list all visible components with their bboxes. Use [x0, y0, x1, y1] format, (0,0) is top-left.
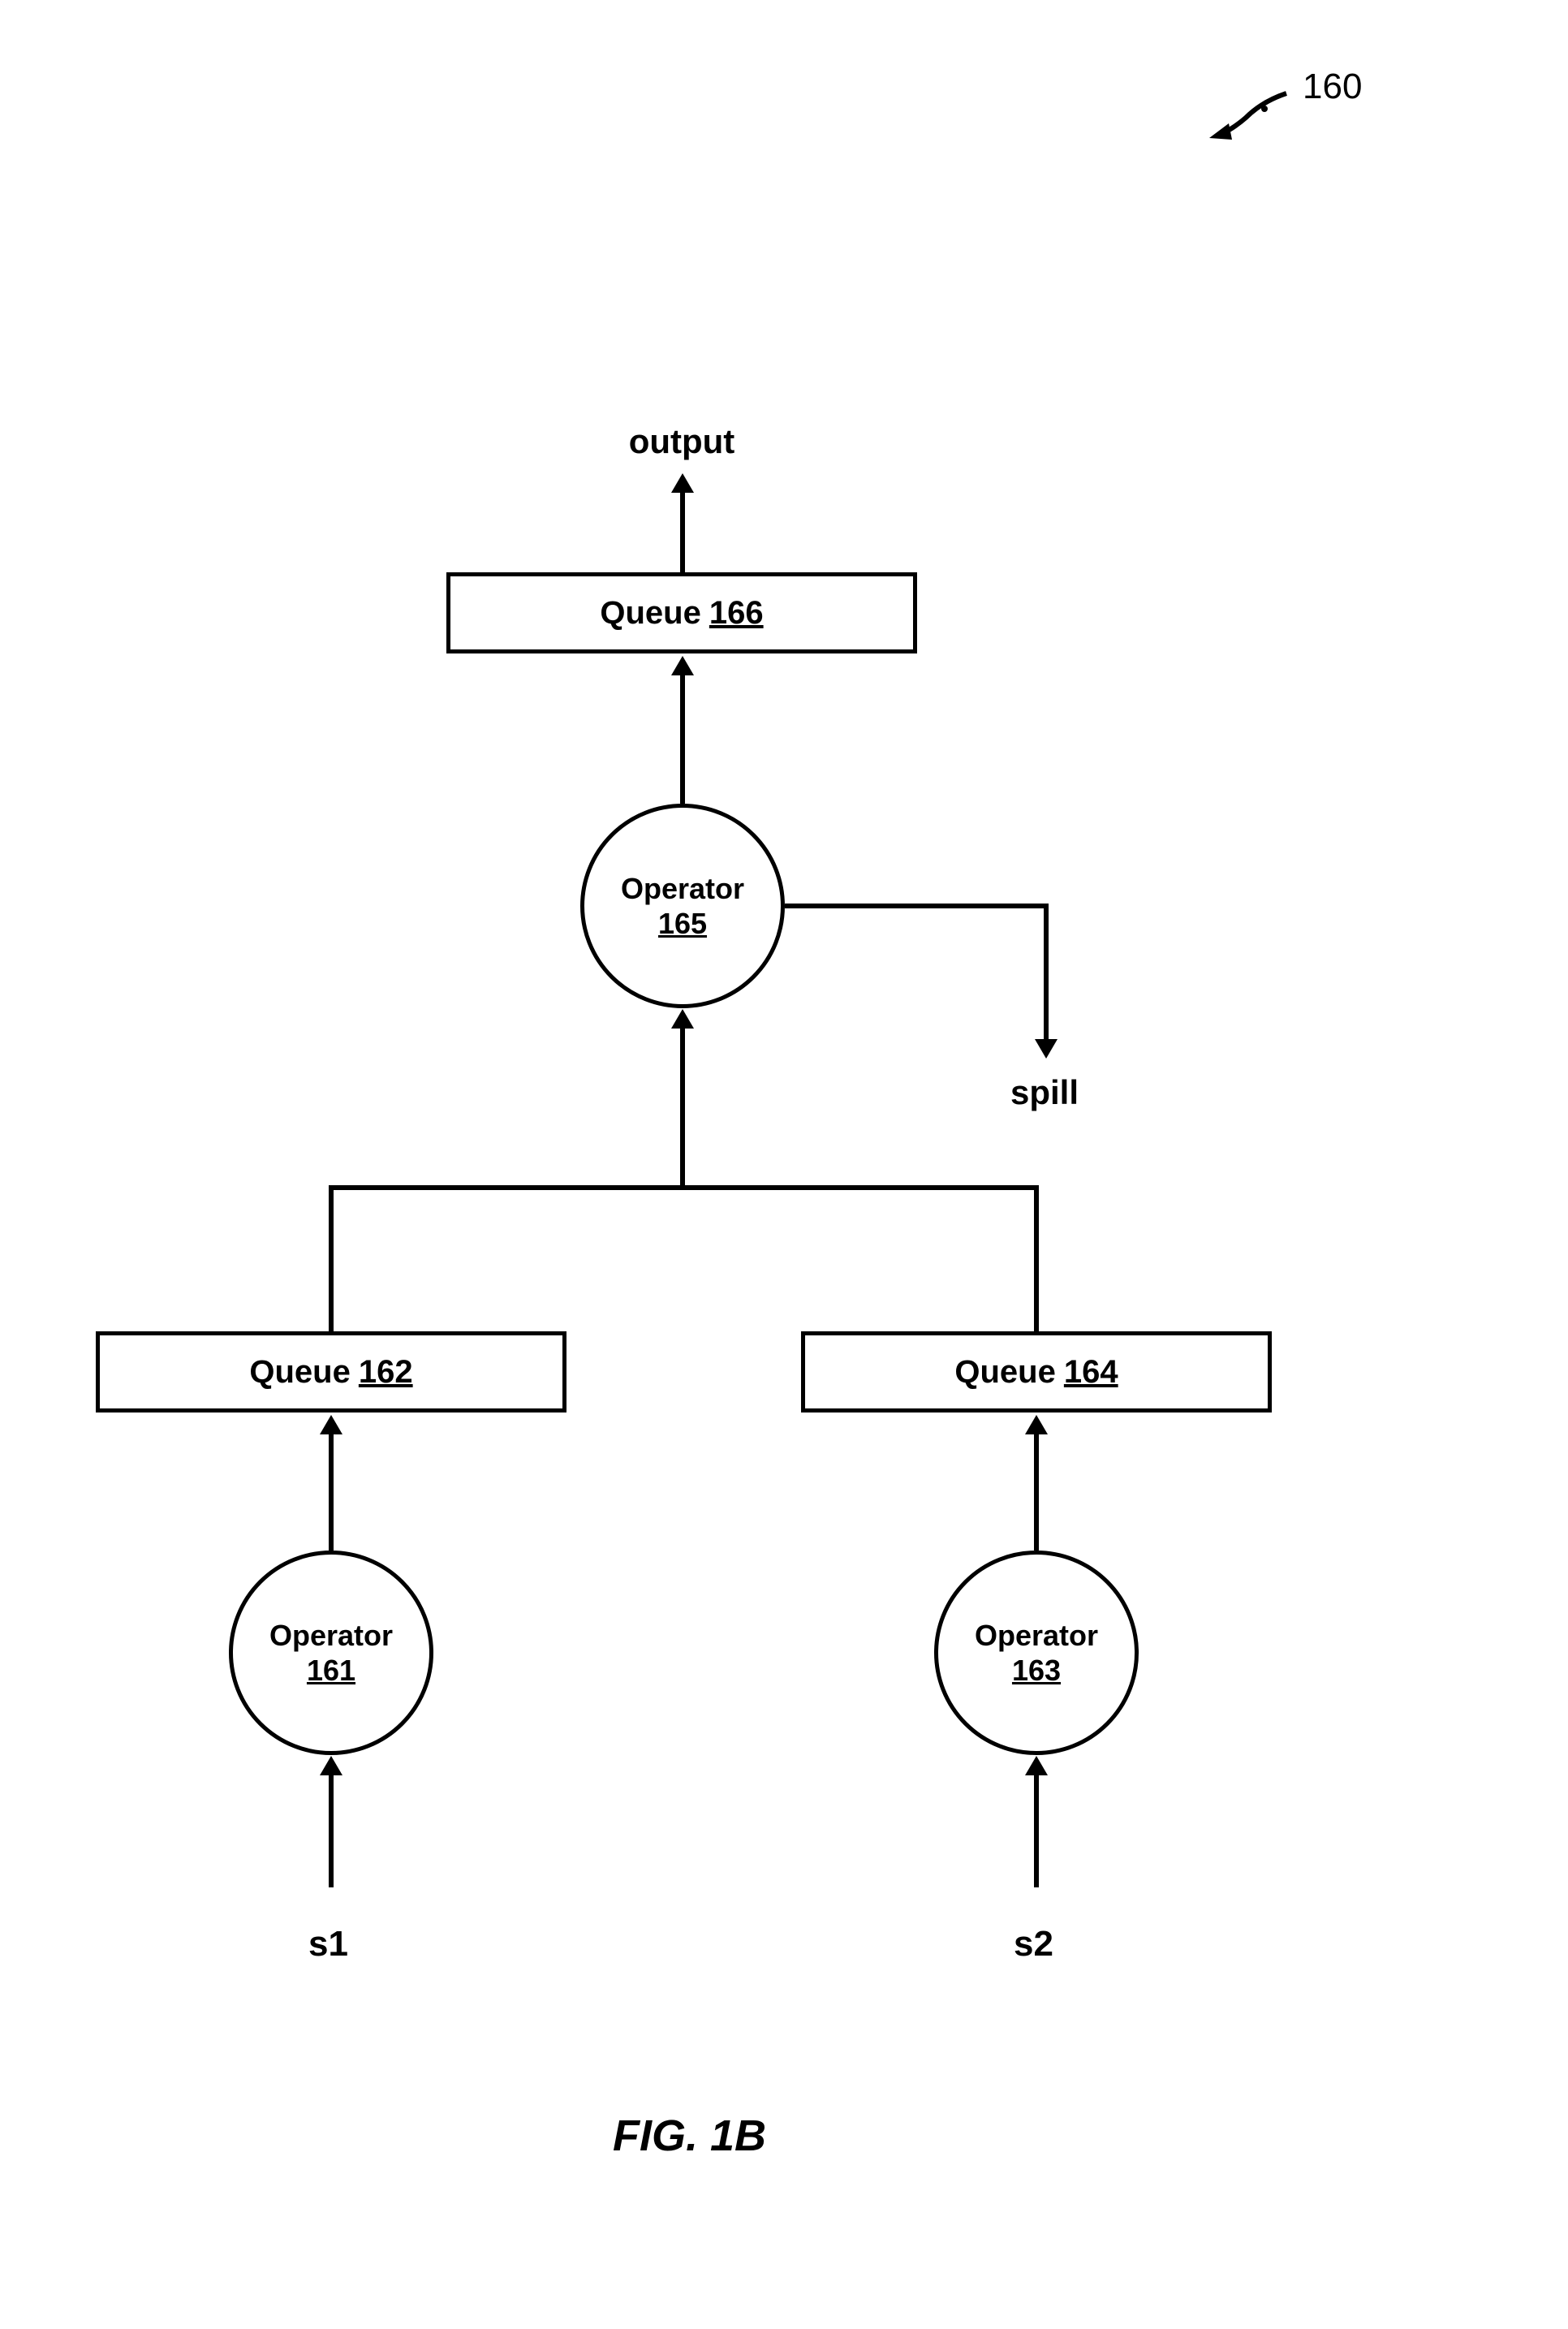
merge-horizontal-line: [329, 1185, 1039, 1190]
spill-horizontal-line: [785, 904, 1049, 908]
arrow-op163-to-queue164: [1034, 1433, 1039, 1551]
queue-164-name: Queue: [954, 1354, 1055, 1391]
queue-162-name: Queue: [249, 1354, 350, 1391]
queue-166-name: Queue: [600, 595, 700, 632]
queue-162-box: Queue 162: [96, 1331, 566, 1412]
arrow-op165-to-queue166: [680, 674, 685, 804]
arrowhead-s2-to-op163: [1025, 1756, 1048, 1775]
arrow-s2-to-op163: [1034, 1774, 1039, 1887]
operator-163-name: Operator: [975, 1618, 1098, 1653]
arrow-op161-to-queue162: [329, 1433, 334, 1551]
s1-label: s1: [308, 1924, 348, 1965]
operator-161-circle: Operator 161: [229, 1551, 433, 1755]
operator-161-name: Operator: [269, 1618, 393, 1653]
figure-caption: FIG. 1B: [613, 2111, 766, 2161]
operator-165-name: Operator: [621, 871, 744, 906]
figure-ref-arrow: [1201, 81, 1299, 154]
operator-165-circle: Operator 165: [580, 804, 785, 1008]
operator-163-circle: Operator 163: [934, 1551, 1139, 1755]
s2-label: s2: [1014, 1924, 1053, 1965]
queue-164-number: 164: [1064, 1354, 1118, 1391]
arrowhead-op161-to-queue162: [320, 1415, 342, 1434]
arrowhead-s1-to-op161: [320, 1756, 342, 1775]
arrow-s1-to-op161: [329, 1774, 334, 1887]
queue-164-box: Queue 164: [801, 1331, 1272, 1412]
figure-reference-number: 160: [1303, 67, 1362, 107]
arrowhead-op165-to-queue166: [671, 656, 694, 675]
arrowhead-spill: [1035, 1039, 1058, 1059]
arrow-queue162-to-merge: [329, 1185, 334, 1331]
spill-vertical-line: [1044, 904, 1049, 1042]
operator-163-number: 163: [1012, 1653, 1061, 1688]
arrow-queue166-to-output: [680, 491, 685, 572]
operator-165-number: 165: [658, 906, 707, 941]
operator-161-number: 161: [307, 1653, 355, 1688]
arrow-merge-to-op165: [680, 1027, 685, 1185]
arrowhead-queue166-to-output: [671, 473, 694, 493]
queue-162-number: 162: [359, 1354, 413, 1391]
spill-label: spill: [1010, 1073, 1079, 1112]
diagram-canvas: 160 output Queue 166 Operator 165 spill …: [0, 0, 1568, 2329]
queue-166-box: Queue 166: [446, 572, 917, 653]
arrow-queue164-to-merge: [1034, 1185, 1039, 1331]
arrowhead-op163-to-queue164: [1025, 1415, 1048, 1434]
output-label: output: [617, 422, 747, 461]
queue-166-number: 166: [709, 595, 764, 632]
arrowhead-merge-to-op165: [671, 1009, 694, 1029]
